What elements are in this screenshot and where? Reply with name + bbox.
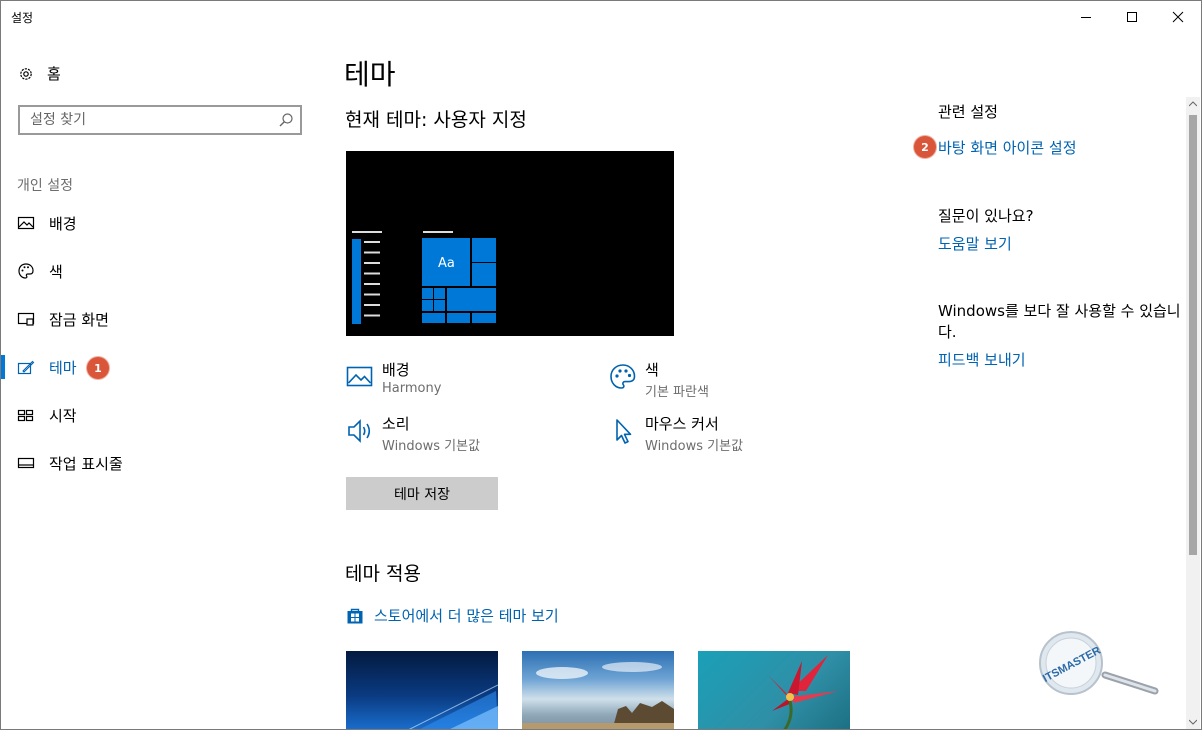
scroll-down-arrow[interactable] — [1186, 715, 1200, 729]
preview-tiles-header — [423, 231, 453, 233]
sidebar-item-color[interactable]: 색 — [1, 251, 319, 291]
store-themes-link[interactable]: 스토어에서 더 많은 테마 보기 — [346, 605, 559, 626]
sidebar-item-label: 배경 — [49, 215, 77, 233]
close-icon — [1172, 11, 1184, 23]
preview-tile-text: Aa — [438, 256, 455, 271]
theme-prop-title: 소리 — [382, 415, 410, 433]
main-content: 테마 현재 테마: 사용자 지정 Aa 배경 Harmony 색 기본 파란색 … — [319, 33, 899, 729]
chevron-down-icon — [1189, 719, 1197, 725]
close-button[interactable] — [1155, 1, 1201, 33]
search-icon[interactable] — [278, 112, 294, 128]
step-badge-2: 2 — [914, 136, 936, 158]
scroll-up-arrow[interactable] — [1186, 97, 1200, 111]
sidebar-item-label: 색 — [49, 263, 63, 281]
sidebar-item-label: 작업 표시줄 — [49, 455, 123, 473]
preview-app-icons — [352, 239, 361, 324]
theme-prop-title: 마우스 커서 — [645, 415, 719, 433]
theme-preview: Aa — [346, 151, 674, 336]
search-input[interactable] — [20, 107, 280, 133]
preview-tile-wide — [447, 288, 496, 311]
sidebar-item-theme[interactable]: 테마 1 — [1, 347, 319, 387]
scrollbar-thumb[interactable] — [1189, 115, 1197, 555]
preview-tile — [472, 263, 496, 286]
related-settings-heading: 관련 설정 — [938, 103, 998, 121]
apply-theme-heading: 테마 적용 — [345, 563, 421, 585]
chevron-up-icon — [1189, 101, 1197, 107]
sidebar-item-taskbar[interactable]: 작업 표시줄 — [1, 443, 319, 483]
maximize-icon — [1127, 12, 1137, 22]
store-bag-icon — [347, 608, 363, 623]
preview-tile — [422, 288, 433, 299]
preview-tile — [422, 300, 433, 311]
theme-prop-title: 색 — [645, 361, 659, 379]
active-indicator — [1, 355, 5, 379]
palette-icon — [610, 364, 636, 389]
theme-thumbnail-beach[interactable] — [522, 651, 674, 729]
preview-tile — [472, 238, 496, 262]
picture-icon — [17, 216, 35, 230]
preview-app-list — [364, 241, 380, 323]
store-link-label: 스토어에서 더 많은 테마 보기 — [374, 607, 559, 625]
sidebar-item-lock-screen[interactable]: 잠금 화면 — [1, 299, 319, 339]
window-title: 설정 — [11, 11, 34, 25]
speaker-icon — [348, 419, 371, 443]
question-heading: 질문이 있나요? — [938, 207, 1034, 225]
save-theme-button[interactable]: 테마 저장 — [346, 477, 498, 510]
lock-screen-icon — [17, 312, 35, 326]
sidebar-item-label: 시작 — [49, 407, 77, 425]
sidebar-item-label: 잠금 화면 — [49, 311, 109, 329]
preview-tile — [422, 313, 445, 323]
step-badge-1: 1 — [87, 357, 109, 379]
minimize-icon — [1081, 17, 1091, 18]
title-bar: 설정 — [1, 1, 1201, 33]
theme-prop-value: Windows 기본값 — [382, 439, 481, 454]
maximize-button[interactable] — [1109, 1, 1155, 33]
itsmaster-watermark-logo: ITSMASTER — [1039, 631, 1159, 695]
minimize-button[interactable] — [1063, 1, 1109, 33]
preview-tile — [434, 300, 445, 311]
theme-prop-title: 배경 — [382, 361, 410, 379]
preview-tile — [434, 288, 445, 299]
current-theme-label: 현재 테마: 사용자 지정 — [345, 109, 527, 131]
desktop-icon-settings-link[interactable]: 바탕 화면 아이콘 설정 — [938, 137, 1077, 158]
improve-windows-text: Windows를 보다 잘 사용할 수 있습니다. — [938, 302, 1181, 341]
red-flower-thumbnail-art — [768, 655, 838, 729]
home-nav-item[interactable]: 홈 — [17, 63, 61, 84]
preview-tile — [472, 313, 496, 323]
gear-icon — [20, 67, 32, 80]
theme-prop-value: Harmony — [382, 381, 442, 396]
settings-search-box[interactable] — [18, 105, 302, 135]
sidebar-item-label: 테마 — [49, 359, 77, 377]
theme-thumbnail-windows[interactable] — [346, 651, 498, 729]
theme-prop-value: Windows 기본값 — [645, 439, 744, 454]
taskbar-icon — [17, 457, 35, 469]
sidebar-item-start[interactable]: 시작 — [1, 395, 319, 435]
preview-list-header — [352, 231, 382, 233]
section-label: 개인 설정 — [17, 178, 73, 194]
theme-thumbnail-flower[interactable] — [698, 651, 850, 729]
picture-icon — [346, 366, 373, 387]
home-label: 홈 — [47, 65, 61, 83]
cursor-icon — [616, 419, 632, 444]
sidebar-item-background[interactable]: 배경 — [1, 203, 319, 243]
settings-window: 설정 홈 개인 설정 — [0, 0, 1202, 730]
beach-rocks-thumbnail-art — [522, 662, 674, 729]
help-link[interactable]: 도움말 보기 — [938, 233, 1012, 254]
theme-brush-icon — [17, 360, 35, 375]
preview-tile-large: Aa — [422, 238, 470, 286]
theme-prop-value: 기본 파란색 — [645, 385, 709, 400]
windows-light-thumbnail-art — [408, 684, 498, 729]
feedback-link[interactable]: 피드백 보내기 — [938, 349, 1026, 370]
preview-tile — [447, 313, 470, 323]
vertical-scrollbar[interactable] — [1186, 97, 1200, 729]
palette-icon — [18, 263, 34, 279]
start-grid-icon — [17, 409, 34, 422]
sidebar: 홈 개인 설정 배경 색 — [1, 33, 319, 729]
page-title: 테마 — [344, 58, 396, 91]
